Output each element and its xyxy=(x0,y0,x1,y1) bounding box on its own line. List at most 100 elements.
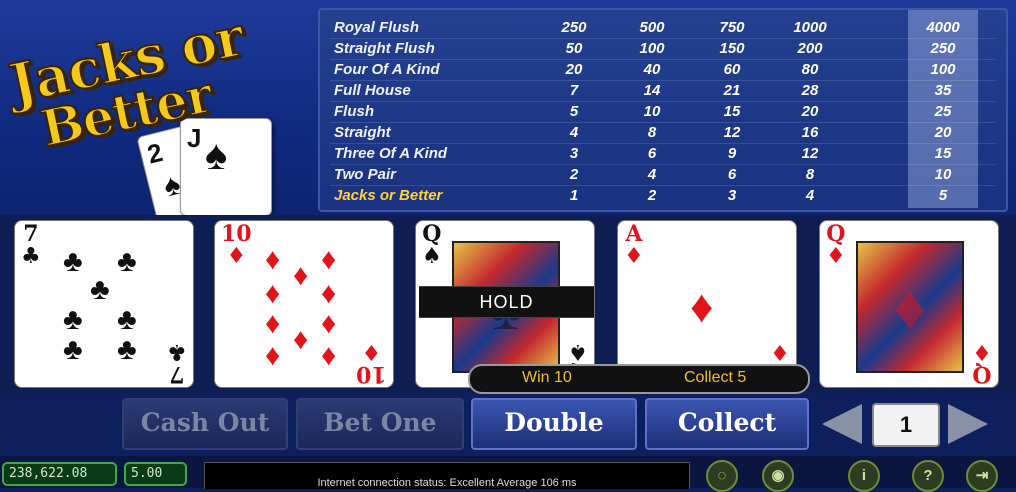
win-amount: Win 10 xyxy=(522,369,572,386)
paytable-payout: 60 xyxy=(723,61,741,78)
paytable-hand-name: Jacks or Better xyxy=(334,187,443,204)
paytable-row: Full House 7 14 21 28 35 xyxy=(320,81,1006,102)
card-2[interactable]: 10 ♦ 10 ♦ ♦ ♦ ♦ ♦ ♦ ♦ ♦ ♦ ♦ ♦ xyxy=(214,220,394,388)
paytable-payout: 80 xyxy=(801,61,819,78)
paytable: Royal Flush 250 500 750 1000 4000 Straight Flu… xyxy=(318,8,1008,212)
cash-out-button[interactable]: Cash Out xyxy=(122,398,288,450)
paytable-hand-name: Three Of A Kind xyxy=(334,145,448,162)
paytable-payout: 40 xyxy=(643,61,661,78)
balance-display: 238,622.08 xyxy=(2,462,117,486)
paytable-payout: 10 xyxy=(934,166,952,183)
paytable-payout: 150 xyxy=(719,40,745,57)
info-icon[interactable]: i xyxy=(848,460,880,492)
paytable-payout: 1 xyxy=(569,187,579,204)
diamond-pip: ♦ xyxy=(265,339,281,372)
paytable-payout: 750 xyxy=(719,19,745,36)
paytable-row: Straight Flush 50 100 150 200 250 xyxy=(320,39,1006,60)
paytable-row: Flush 5 10 15 20 25 xyxy=(320,102,1006,123)
paytable-payout: 4 xyxy=(569,124,579,141)
sound-icon[interactable]: ◉ xyxy=(762,460,794,492)
card-index: 7 ♣ xyxy=(21,221,41,269)
paytable-payout: 2 xyxy=(569,166,579,183)
collect-amount: Collect 5 xyxy=(684,369,747,386)
paytable-payout: 250 xyxy=(930,40,956,57)
card-index: 10 ♦ xyxy=(356,339,387,387)
paytable-hand-name: Two Pair xyxy=(334,166,396,183)
double-button[interactable]: Double xyxy=(471,398,637,450)
paytable-payout: 50 xyxy=(565,40,583,57)
card-5[interactable]: Q ♦ Q ♦ ♦ xyxy=(819,220,999,388)
paytable-payout: 200 xyxy=(797,40,823,57)
paytable-payout: 8 xyxy=(805,166,815,183)
club-pip: ♣ xyxy=(117,245,137,278)
paytable-row: Three Of A Kind 3 6 9 12 15 xyxy=(320,144,1006,165)
paytable-payout: 5 xyxy=(938,187,948,204)
paytable-row: Jacks or Better 1 2 3 4 5 xyxy=(320,186,1006,207)
paytable-payout: 250 xyxy=(561,19,587,36)
diamond-pip: ♦ xyxy=(321,339,337,372)
club-pip: ♣ xyxy=(63,245,83,278)
paytable-payout: 16 xyxy=(801,124,819,141)
paytable-payout: 4 xyxy=(805,187,815,204)
diamond-pip: ♦ xyxy=(321,307,337,340)
queen-face-art: ♦ xyxy=(856,241,964,373)
card-index: Q♠ xyxy=(422,221,442,269)
bet-decrease-arrow-icon[interactable] xyxy=(822,404,862,444)
paytable-payout: 1000 xyxy=(793,19,827,36)
club-pip: ♣ xyxy=(117,333,137,366)
paytable-payout: 15 xyxy=(723,103,741,120)
paytable-row: Two Pair 2 4 6 8 10 xyxy=(320,165,1006,186)
paytable-payout: 4 xyxy=(647,166,657,183)
paytable-payout: 100 xyxy=(930,61,956,78)
connection-status: Internet connection status: Excellent Av… xyxy=(204,462,690,489)
bet-increase-arrow-icon[interactable] xyxy=(948,404,988,444)
win-message-bar: Win 10 Collect 5 xyxy=(468,364,810,394)
diamond-pip: ♦ xyxy=(690,280,714,332)
paytable-payout: 28 xyxy=(801,82,819,99)
card-1[interactable]: 7 ♣ 7 ♣ ♣ ♣ ♣ ♣ ♣ ♣ ♣ xyxy=(14,220,194,388)
paytable-payout: 100 xyxy=(639,40,665,57)
diamond-pip: ♦ xyxy=(293,259,309,292)
paytable-row: Straight 4 8 12 16 20 xyxy=(320,123,1006,144)
paytable-payout: 2 xyxy=(647,187,657,204)
collect-button[interactable]: Collect xyxy=(645,398,809,450)
bet-level-display: 1 xyxy=(872,403,940,447)
bet-amount-display: 5.00 xyxy=(124,462,187,486)
paytable-payout: 8 xyxy=(647,124,657,141)
paytable-payout: 9 xyxy=(727,145,737,162)
paytable-row: Four Of A Kind 20 40 60 80 100 xyxy=(320,60,1006,81)
paytable-payout: 6 xyxy=(647,145,657,162)
card-index: 10 ♦ xyxy=(221,221,252,269)
paytable-payout: 12 xyxy=(801,145,819,162)
paytable-hand-name: Straight Flush xyxy=(334,40,435,57)
club-pip: ♣ xyxy=(63,303,83,336)
card-4[interactable]: A♦ A♦ ♦ xyxy=(617,220,797,388)
paytable-payout: 20 xyxy=(801,103,819,120)
club-pip: ♣ xyxy=(117,303,137,336)
bet-one-button[interactable]: Bet One xyxy=(296,398,464,450)
sound-off-icon[interactable]: ◌ xyxy=(706,460,738,492)
card-index: A♦ xyxy=(624,221,644,269)
game-logo: 2 ♠ J ♠ Jacks or Better xyxy=(0,0,320,223)
paytable-payout: 20 xyxy=(565,61,583,78)
hold-label: HOLD xyxy=(419,286,594,318)
paytable-hand-name: Straight xyxy=(334,124,391,141)
paytable-payout: 20 xyxy=(934,124,952,141)
paytable-hand-name: Four Of A Kind xyxy=(334,61,440,78)
paytable-payout: 21 xyxy=(723,82,741,99)
paytable-payout: 3 xyxy=(727,187,737,204)
card-index: Q ♦ xyxy=(972,339,992,387)
diamond-pip: ♦ xyxy=(265,277,281,310)
paytable-payout: 500 xyxy=(639,19,665,36)
logo-card-jack: J ♠ xyxy=(180,118,272,216)
help-icon[interactable]: ? xyxy=(912,460,944,492)
exit-icon[interactable]: ⇥ xyxy=(966,460,998,492)
club-pip: ♣ xyxy=(63,333,83,366)
diamond-pip: ♦ xyxy=(321,243,337,276)
paytable-payout: 10 xyxy=(643,103,661,120)
diamond-pip: ♦ xyxy=(321,277,337,310)
paytable-payout: 14 xyxy=(643,82,661,99)
paytable-payout: 15 xyxy=(934,145,952,162)
paytable-hand-name: Royal Flush xyxy=(334,19,420,36)
paytable-payout: 12 xyxy=(723,124,741,141)
